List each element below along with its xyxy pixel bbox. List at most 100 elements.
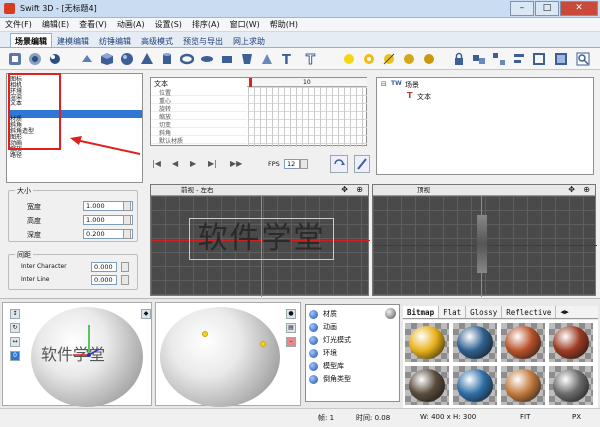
last-frame-icon[interactable]: ▶▶ — [230, 159, 242, 168]
zoom-icon[interactable] — [574, 50, 592, 68]
play-icon[interactable]: ▶ — [190, 159, 196, 168]
menu-help[interactable]: 帮助(H) — [265, 19, 303, 30]
track-position[interactable]: 位置 — [151, 88, 247, 97]
first-frame-icon[interactable]: |◀ — [152, 159, 161, 168]
ambient-light-icon[interactable] — [400, 50, 418, 68]
disc-shape-icon[interactable] — [198, 50, 216, 68]
minimize-button[interactable]: – — [510, 1, 534, 16]
text-object-front[interactable]: 软件学堂 — [189, 218, 334, 260]
sun-light-icon[interactable] — [340, 50, 358, 68]
scene-root-label[interactable]: 场景 — [405, 80, 419, 90]
height-spinner[interactable] — [123, 215, 131, 225]
ungroup-icon[interactable] — [490, 50, 508, 68]
pencil-icon[interactable] — [354, 155, 370, 173]
cup-shape-icon[interactable] — [238, 50, 256, 68]
material-swatch[interactable] — [501, 323, 545, 362]
track-bevel[interactable]: 斜角 — [151, 128, 247, 137]
align-icon[interactable] — [510, 50, 528, 68]
remove-light-icon[interactable]: – — [286, 337, 296, 347]
loop-button[interactable] — [330, 155, 348, 173]
cube-shape-icon[interactable] — [98, 50, 116, 68]
material-swatch[interactable] — [405, 323, 449, 362]
material-swatch[interactable] — [405, 366, 449, 405]
gallery-item-environment[interactable]: 环境 — [309, 347, 337, 359]
gallery-settings-icon[interactable] — [385, 308, 396, 319]
width-spinner[interactable] — [123, 201, 131, 211]
scene-child-text[interactable]: 文本 — [417, 92, 431, 102]
text-3d-icon[interactable]: T — [278, 50, 296, 68]
material-swatch[interactable] — [501, 366, 545, 405]
rotate-free-icon[interactable]: ↻ — [10, 323, 20, 333]
cylinder-shape-icon[interactable] — [158, 50, 176, 68]
gallery-item-material[interactable]: 材质 — [309, 308, 337, 320]
rotate-up-icon[interactable]: ↕ — [10, 309, 20, 319]
plane-shape-icon[interactable] — [78, 50, 96, 68]
tab-preview-export[interactable]: 预览与导出 — [178, 33, 228, 47]
top-viewport[interactable]: 顶视 ✥ ⊕ — [372, 184, 597, 297]
timeline-ruler[interactable]: 10 — [247, 78, 367, 87]
prev-frame-icon[interactable]: ◀ — [172, 159, 178, 168]
fps-field[interactable]: 12 — [284, 159, 300, 169]
track-center[interactable]: 重心 — [151, 96, 247, 105]
spot-light-icon[interactable] — [360, 50, 378, 68]
viewport-zoom-icon[interactable]: ⊕ — [356, 185, 363, 195]
text-outline-icon[interactable]: T — [302, 50, 320, 68]
inter-line-spinner[interactable] — [121, 275, 129, 285]
rotate-horizontal-icon[interactable]: ↔ — [10, 337, 20, 347]
fps-spinner[interactable] — [300, 159, 308, 169]
tab-scene-editor[interactable]: 场景编辑 — [10, 33, 52, 47]
material-swatch[interactable] — [549, 366, 593, 405]
tab-scroll-icon[interactable]: ◀▶ — [556, 306, 572, 318]
light-tool-icon[interactable] — [46, 50, 64, 68]
track-default-material[interactable]: 默认材质 — [151, 136, 247, 145]
tab-flat[interactable]: Flat — [439, 306, 467, 318]
torus-shape-icon[interactable] — [178, 50, 196, 68]
playhead[interactable] — [249, 78, 252, 87]
light-options-icon[interactable]: ▤ — [286, 323, 296, 333]
inter-line-field[interactable]: 0.000 — [91, 275, 117, 285]
material-swatch[interactable] — [453, 366, 497, 405]
area-light-icon[interactable] — [420, 50, 438, 68]
lock-rotation-icon[interactable]: ◆ — [141, 309, 151, 319]
top-viewport-zoom-icon[interactable]: ⊕ — [583, 185, 590, 195]
close-button[interactable]: ✕ — [560, 1, 598, 16]
gallery-item-lighting[interactable]: 灯光模式 — [309, 334, 351, 346]
tube-shape-icon[interactable] — [218, 50, 236, 68]
top-viewport-move-icon[interactable]: ✥ — [568, 185, 575, 195]
light-source-2[interactable] — [260, 341, 266, 347]
menu-window[interactable]: 窗口(W) — [225, 19, 265, 30]
point-light-icon[interactable] — [380, 50, 398, 68]
tab-reflective[interactable]: Reflective — [502, 306, 557, 318]
menu-file[interactable]: 文件(F) — [0, 19, 37, 30]
viewport-move-icon[interactable]: ✥ — [341, 185, 348, 195]
property-item-path[interactable]: 路径 — [10, 152, 22, 159]
menu-settings[interactable]: 设置(S) — [150, 19, 187, 30]
tab-online-help[interactable]: 网上求助 — [228, 33, 270, 47]
menu-arrange[interactable]: 排序(A) — [187, 19, 225, 30]
material-swatch[interactable] — [453, 323, 497, 362]
track-scale[interactable]: 缩放 — [151, 112, 247, 121]
track-shear[interactable]: 切变 — [151, 120, 247, 129]
front-viewport[interactable]: 前视 - 左右 ✥ ⊕ 软件学堂 — [150, 184, 370, 297]
tab-bitmap[interactable]: Bitmap — [403, 306, 440, 318]
cone-shape-icon[interactable] — [138, 50, 156, 68]
menu-view[interactable]: 查看(V) — [74, 19, 112, 30]
tab-lathe-editor[interactable]: 纺锤编辑 — [94, 33, 136, 47]
maximize-button[interactable]: □ — [535, 1, 559, 16]
center-icon[interactable] — [530, 50, 548, 68]
menu-animation[interactable]: 动画(A) — [112, 19, 150, 30]
select-tool-icon[interactable] — [6, 50, 24, 68]
tab-advanced-mode[interactable]: 高级模式 — [136, 33, 178, 47]
track-rotation[interactable]: 旋转 — [151, 104, 247, 113]
tab-extrusion-editor[interactable]: 建模编辑 — [52, 33, 94, 47]
gallery-item-model-library[interactable]: 模型库 — [309, 360, 344, 372]
render-icon[interactable] — [552, 50, 570, 68]
depth-spinner[interactable] — [123, 229, 131, 239]
rotate-reset-icon[interactable]: 0 — [10, 351, 20, 361]
group-icon[interactable] — [470, 50, 488, 68]
tab-glossy[interactable]: Glossy — [466, 306, 503, 318]
lock-icon[interactable] — [450, 50, 468, 68]
lighting-sphere[interactable] — [160, 307, 280, 407]
add-light-icon[interactable]: ● — [286, 309, 296, 319]
inter-character-field[interactable]: 0.000 — [91, 262, 117, 272]
